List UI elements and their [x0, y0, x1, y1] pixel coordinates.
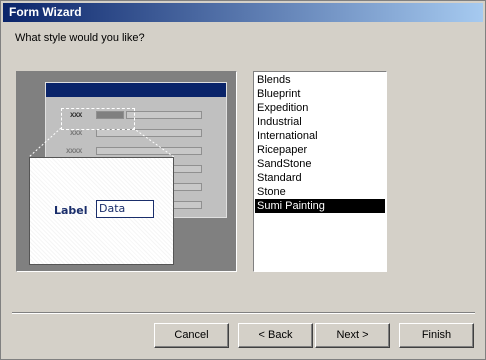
- style-list-item[interactable]: Blends: [255, 73, 385, 87]
- style-list-item-selected[interactable]: Sumi Painting: [255, 199, 385, 213]
- button-separator: [12, 312, 475, 314]
- style-list-item[interactable]: Expedition: [255, 101, 385, 115]
- style-list-item[interactable]: Blueprint: [255, 87, 385, 101]
- style-listbox[interactable]: Blends Blueprint Expedition Industrial I…: [253, 71, 387, 272]
- title-bar[interactable]: Form Wizard: [3, 3, 483, 22]
- style-list-item[interactable]: Industrial: [255, 115, 385, 129]
- style-preview: xxx xxx xxxx xxx xxxx xxxx Label Data: [16, 71, 237, 272]
- style-prompt: What style would you like?: [15, 32, 145, 44]
- style-list-item[interactable]: Ricepaper: [255, 143, 385, 157]
- window-title: Form Wizard: [9, 5, 82, 19]
- style-list-item[interactable]: International: [255, 129, 385, 143]
- style-list-item[interactable]: SandStone: [255, 157, 385, 171]
- style-list-item[interactable]: Standard: [255, 171, 385, 185]
- form-wizard-window: Form Wizard What style would you like? x…: [0, 0, 486, 360]
- preview-label-text: Label: [54, 204, 88, 217]
- finish-button[interactable]: Finish: [399, 323, 474, 348]
- preview-zoomed-control: Label Data: [29, 157, 174, 265]
- cancel-button[interactable]: Cancel: [154, 323, 229, 348]
- next-button[interactable]: Next >: [315, 323, 390, 348]
- preview-data-box: Data: [96, 200, 154, 218]
- style-list-item[interactable]: Stone: [255, 185, 385, 199]
- back-button[interactable]: < Back: [238, 323, 313, 348]
